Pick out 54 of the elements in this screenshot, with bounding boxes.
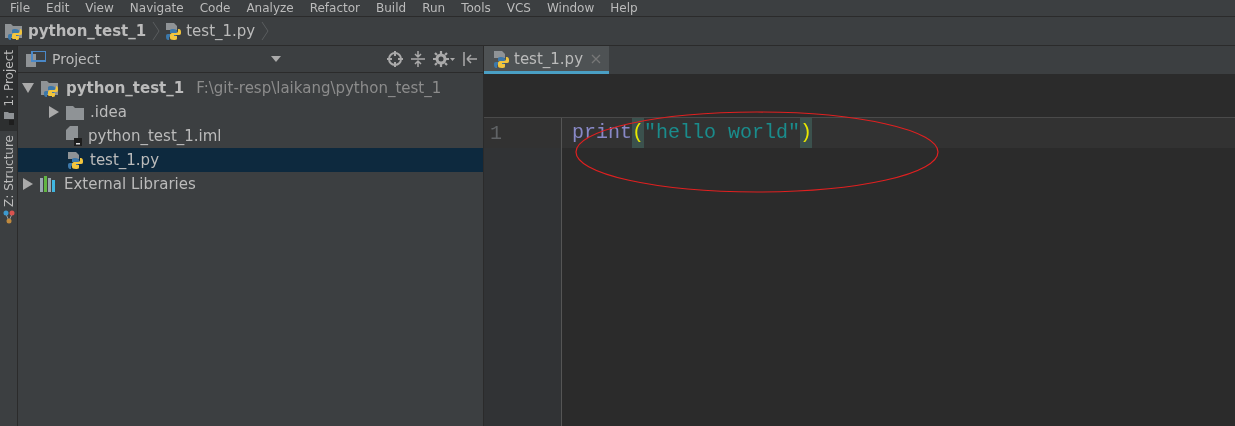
breadcrumb[interactable]: python_test_1 bbox=[4, 22, 153, 40]
menu-item[interactable]: Analyze bbox=[238, 1, 302, 15]
tool-window-tab[interactable]: 1: Project bbox=[0, 46, 17, 131]
file-icon bbox=[66, 126, 82, 146]
tree-row[interactable]: External Libraries bbox=[18, 172, 483, 196]
menu-item[interactable]: File bbox=[2, 1, 39, 15]
tree-label: test_1.py bbox=[90, 151, 160, 169]
tree-row[interactable]: test_1.py bbox=[18, 148, 483, 172]
caret-icon[interactable] bbox=[271, 56, 281, 62]
menu-item[interactable]: Tools bbox=[453, 1, 499, 15]
menu-item[interactable]: View bbox=[77, 1, 122, 15]
locate-icon[interactable] bbox=[387, 51, 403, 67]
collapsed-arrow-icon[interactable] bbox=[49, 106, 59, 118]
structure-nodes-icon bbox=[2, 210, 15, 225]
chevron-separator-icon bbox=[261, 21, 270, 41]
menu-item[interactable]: Run bbox=[414, 1, 454, 15]
python-file-icon bbox=[66, 151, 84, 169]
menu-item[interactable]: Window bbox=[538, 1, 603, 15]
breadcrumb[interactable]: test_1.py bbox=[164, 22, 262, 40]
tree-label: python_test_1.iml bbox=[88, 127, 222, 145]
project-folder-icon bbox=[40, 79, 60, 97]
menu-item[interactable]: Help bbox=[602, 1, 646, 15]
collapsed-arrow-icon[interactable] bbox=[23, 178, 33, 190]
python-file-icon bbox=[164, 22, 183, 40]
chevron-separator-icon bbox=[152, 21, 161, 41]
panel-title: Project bbox=[52, 51, 101, 67]
expanded-arrow-icon[interactable] bbox=[22, 83, 34, 93]
tree-row[interactable]: .idea bbox=[18, 100, 483, 124]
project-view-icon bbox=[26, 51, 46, 67]
project-folder-icon bbox=[4, 22, 24, 40]
menu-item[interactable]: Code bbox=[191, 1, 239, 15]
settings-icon[interactable] bbox=[433, 51, 455, 67]
menu-item[interactable]: VCS bbox=[498, 1, 539, 15]
code-token: ( bbox=[632, 118, 645, 148]
tree-row[interactable]: python_test_1 F:\git-resp\laikang\python_test_1 bbox=[18, 76, 483, 100]
folder-icon bbox=[2, 110, 15, 125]
menu-item[interactable]: Refactor bbox=[301, 1, 369, 15]
folder-icon bbox=[66, 104, 84, 120]
library-bars-icon bbox=[40, 176, 58, 192]
hide-panel-icon[interactable] bbox=[463, 51, 477, 67]
menu-item[interactable]: Edit bbox=[38, 1, 78, 15]
tree-label: External Libraries bbox=[64, 175, 196, 193]
tree-label: .idea bbox=[90, 103, 127, 121]
code-token: "hello world" bbox=[644, 120, 801, 146]
collapse-icon[interactable] bbox=[411, 51, 425, 67]
project-path: F:\git-resp\laikang\python_test_1 bbox=[196, 79, 442, 97]
code-token: ) bbox=[800, 118, 813, 148]
tree-label: python_test_1 bbox=[66, 79, 185, 97]
tool-window-tab[interactable]: Z: Structure bbox=[0, 130, 17, 231]
editor-tab[interactable]: test_1.py bbox=[484, 46, 610, 74]
menu-item[interactable]: Build bbox=[368, 1, 415, 15]
tree-row[interactable]: python_test_1.iml bbox=[18, 124, 483, 148]
python-file-icon bbox=[492, 49, 510, 68]
menu-item[interactable]: Navigate bbox=[121, 1, 192, 15]
